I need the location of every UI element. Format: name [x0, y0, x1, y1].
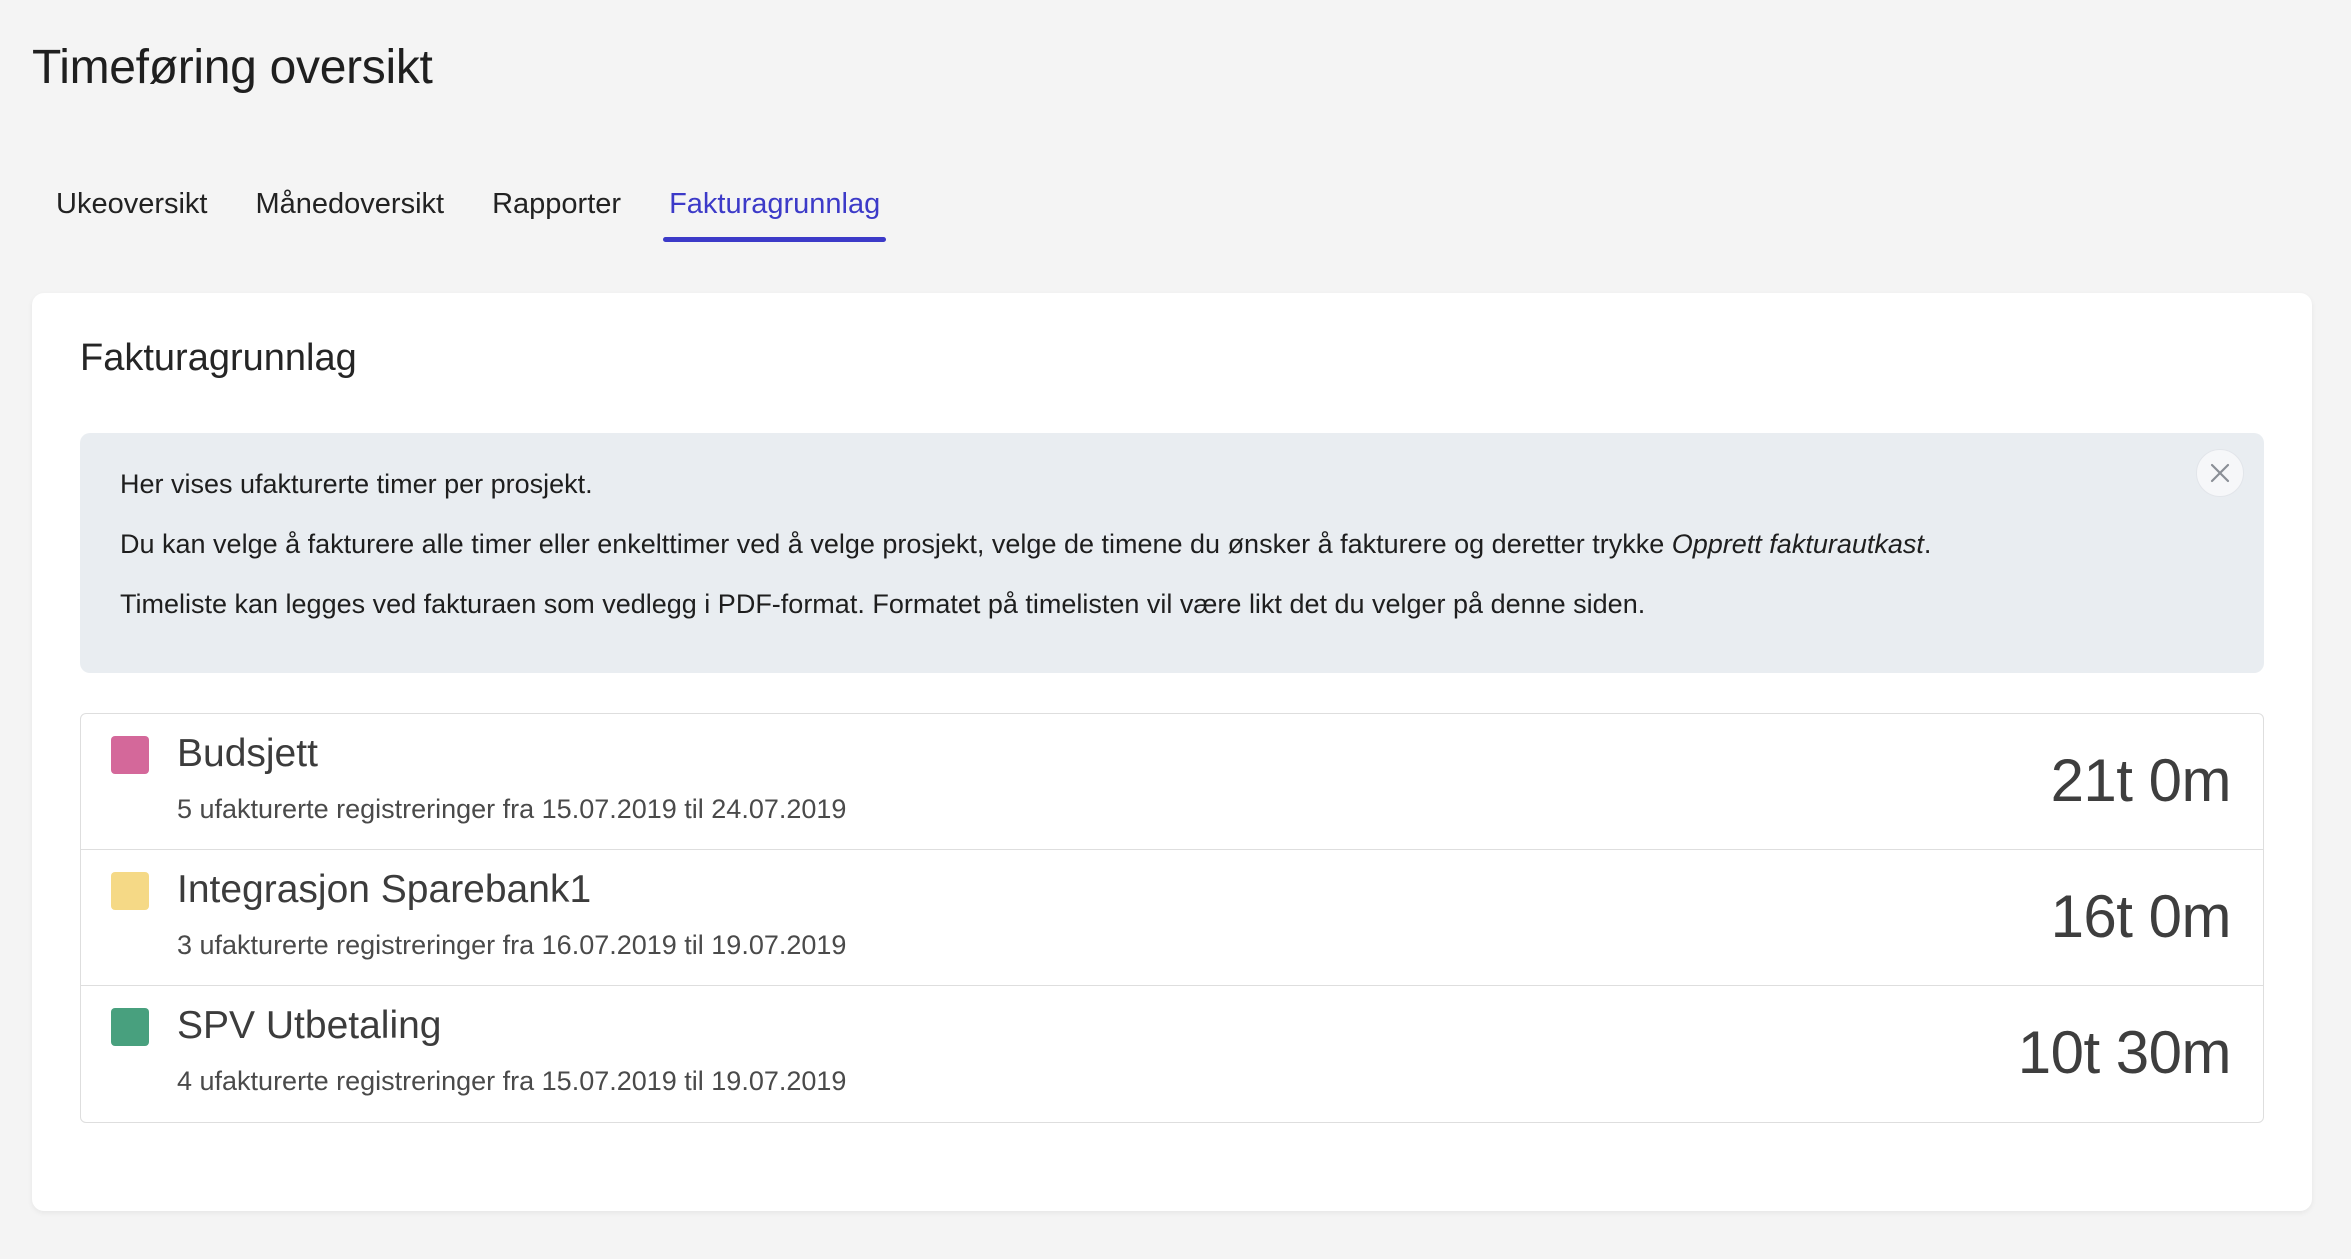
page: Timeføring oversikt Ukeoversikt Månedove…: [0, 0, 2351, 1259]
project-summary: 5 ufakturerte registreringer fra 15.07.2…: [177, 794, 847, 824]
project-total-time: 10t 30m: [2017, 1019, 2232, 1086]
project-name: SPV Utbetaling: [177, 1004, 442, 1047]
info-box: Her vises ufakturerte timer per prosjekt…: [80, 433, 2264, 673]
tab-rapporter[interactable]: Rapporter: [468, 180, 645, 242]
info-line-2: Du kan velge å fakturere alle timer elle…: [120, 529, 2224, 559]
info-line-2-emphasis: Opprett fakturautkast: [1671, 529, 1924, 559]
invoice-basis-card: Fakturagrunnlag Her vises ufakturerte ti…: [32, 293, 2312, 1211]
project-row-spv-utbetaling[interactable]: SPV Utbetaling 4 ufakturerte registrerin…: [81, 986, 2263, 1122]
tab-fakturagrunnlag[interactable]: Fakturagrunnlag: [645, 180, 904, 242]
project-list: Budsjett 5 ufakturerte registreringer fr…: [80, 713, 2264, 1123]
info-line-2-prefix: Du kan velge å fakturere alle timer elle…: [120, 529, 1672, 559]
close-icon: [2210, 463, 2230, 483]
project-name: Budsjett: [177, 732, 318, 775]
card-title: Fakturagrunnlag: [80, 337, 357, 379]
project-total-time: 21t 0m: [2050, 747, 2232, 814]
info-line-2-suffix: .: [1923, 529, 1932, 559]
project-name: Integrasjon Sparebank1: [177, 868, 592, 911]
project-color-swatch: [111, 872, 149, 910]
tab-ukeoversikt[interactable]: Ukeoversikt: [32, 180, 232, 242]
project-row-budsjett[interactable]: Budsjett 5 ufakturerte registreringer fr…: [81, 714, 2263, 850]
close-info-button[interactable]: [2196, 449, 2244, 497]
project-row-integrasjon-sparebank1[interactable]: Integrasjon Sparebank1 3 ufakturerte reg…: [81, 850, 2263, 986]
project-summary: 4 ufakturerte registreringer fra 15.07.2…: [177, 1066, 847, 1096]
project-summary: 3 ufakturerte registreringer fra 16.07.2…: [177, 930, 847, 960]
info-line-3: Timeliste kan legges ved fakturaen som v…: [120, 589, 1646, 619]
project-color-swatch: [111, 736, 149, 774]
info-line-1: Her vises ufakturerte timer per prosjekt…: [120, 469, 593, 499]
page-title: Timeføring oversikt: [32, 41, 433, 94]
tab-bar: Ukeoversikt Månedoversikt Rapporter Fakt…: [32, 180, 904, 242]
project-color-swatch: [111, 1008, 149, 1046]
tab-manedoversikt[interactable]: Månedoversikt: [232, 180, 469, 242]
project-total-time: 16t 0m: [2050, 883, 2232, 950]
